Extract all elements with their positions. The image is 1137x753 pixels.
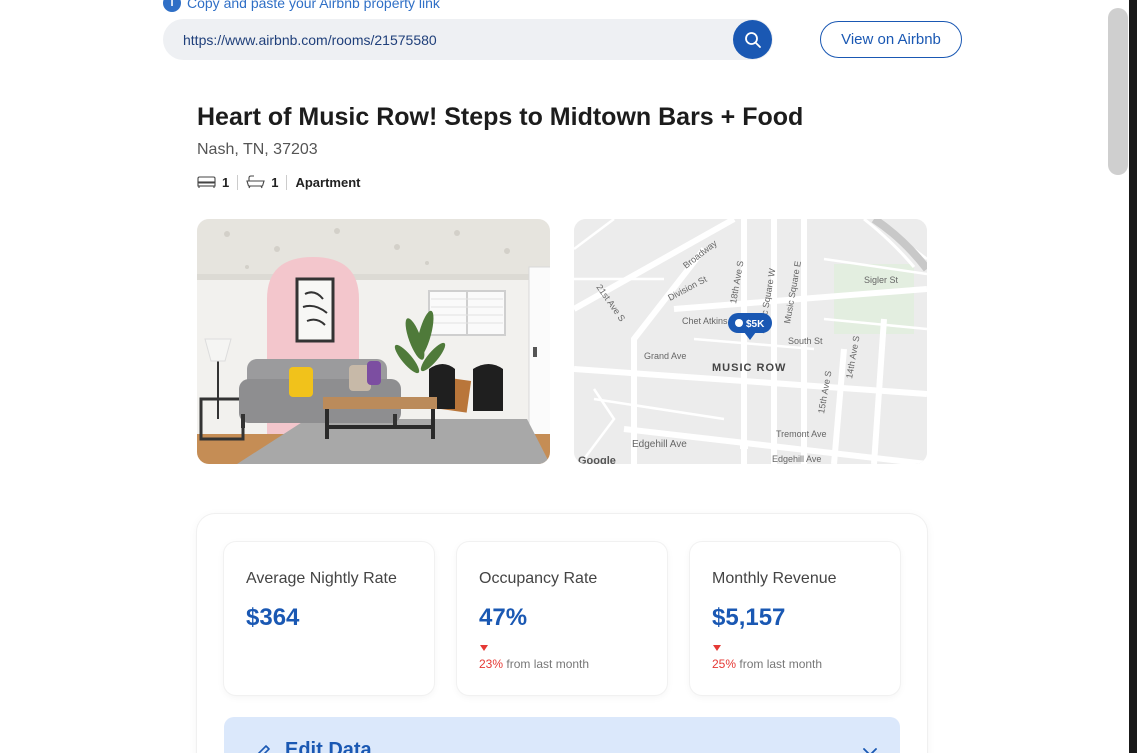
- map-area-label: MUSIC ROW: [712, 362, 786, 374]
- trend-down-icon: [480, 645, 488, 651]
- change-text: from last month: [506, 657, 590, 671]
- stat-change: 23% from last month: [479, 645, 589, 671]
- listing-address: Nash, TN, 37203: [197, 141, 318, 158]
- location-map[interactable]: Broadway Division St 21st Ave S 18th Ave…: [574, 219, 927, 464]
- bath-icon: [246, 175, 265, 189]
- price-marker-label: $5K: [746, 319, 765, 330]
- change-text: from last month: [739, 657, 823, 671]
- edit-data-label: Edit Data: [285, 739, 372, 753]
- pencil-icon: [257, 745, 270, 753]
- stat-card-nightly-rate: Average Nightly Rate $364: [224, 542, 434, 695]
- scrollbar[interactable]: [1107, 0, 1129, 753]
- url-input[interactable]: [183, 19, 723, 60]
- stat-card-monthly-revenue: Monthly Revenue $5,157 25% from last mon…: [690, 542, 900, 695]
- map-label-edgehill-2: Edgehill Ave: [772, 454, 821, 464]
- map-label-edgehill-1: Edgehill Ave: [632, 439, 687, 450]
- property-type-spec: Apartment: [286, 174, 368, 190]
- bedrooms-value: 1: [222, 174, 230, 190]
- search-icon: [744, 31, 761, 48]
- search-button[interactable]: [733, 20, 772, 59]
- listing-specs: 1 1 Apartment: [197, 172, 368, 192]
- listing-title: Heart of Music Row! Steps to Midtown Bar…: [197, 103, 804, 131]
- link-hint: i Copy and paste your Airbnb property li…: [163, 0, 440, 12]
- map-label-tremont: Tremont Ave: [776, 429, 827, 439]
- stat-value: 47%: [479, 604, 528, 631]
- property-type-value: Apartment: [295, 174, 361, 190]
- bathrooms-spec: 1: [237, 174, 286, 190]
- map-label-sigler: Sigler St: [864, 275, 899, 285]
- url-search-bar: [163, 19, 773, 60]
- bathrooms-value: 1: [271, 174, 279, 190]
- google-logo: Google: [578, 455, 616, 464]
- map-label-south: South St: [788, 336, 823, 346]
- stat-label: Average Nightly Rate: [246, 570, 397, 587]
- bed-icon: [197, 176, 216, 188]
- scrollbar-thumb[interactable]: [1108, 8, 1128, 175]
- stat-card-occupancy: Occupancy Rate 47% 23% from last month: [457, 542, 667, 695]
- change-percent: 25%: [712, 657, 737, 671]
- stat-label: Occupancy Rate: [479, 570, 598, 587]
- map-label-grand: Grand Ave: [644, 351, 686, 361]
- view-on-airbnb-button[interactable]: View on Airbnb: [820, 21, 962, 58]
- living-room-image: [197, 219, 550, 464]
- change-percent: 23%: [479, 657, 504, 671]
- listing-photo[interactable]: [197, 219, 550, 464]
- page: i Copy and paste your Airbnb property li…: [0, 0, 1129, 753]
- trend-down-icon: [713, 645, 721, 651]
- stat-label: Monthly Revenue: [712, 570, 837, 587]
- info-icon: i: [163, 0, 181, 12]
- map-canvas: Broadway Division St 21st Ave S 18th Ave…: [574, 219, 927, 464]
- map-label-chet: Chet Atkins: [682, 316, 728, 326]
- edit-data-toggle[interactable]: Edit Data: [224, 717, 900, 753]
- bedrooms-spec: 1: [197, 175, 237, 190]
- stat-value: $364: [246, 604, 300, 631]
- stat-value: $5,157: [712, 604, 786, 631]
- hint-text: Copy and paste your Airbnb property link: [187, 0, 440, 11]
- stats-panel: Average Nightly Rate $364 Occupancy Rate…: [197, 514, 927, 753]
- chevron-down-icon[interactable]: [862, 747, 878, 753]
- stat-change: 25% from last month: [712, 645, 822, 671]
